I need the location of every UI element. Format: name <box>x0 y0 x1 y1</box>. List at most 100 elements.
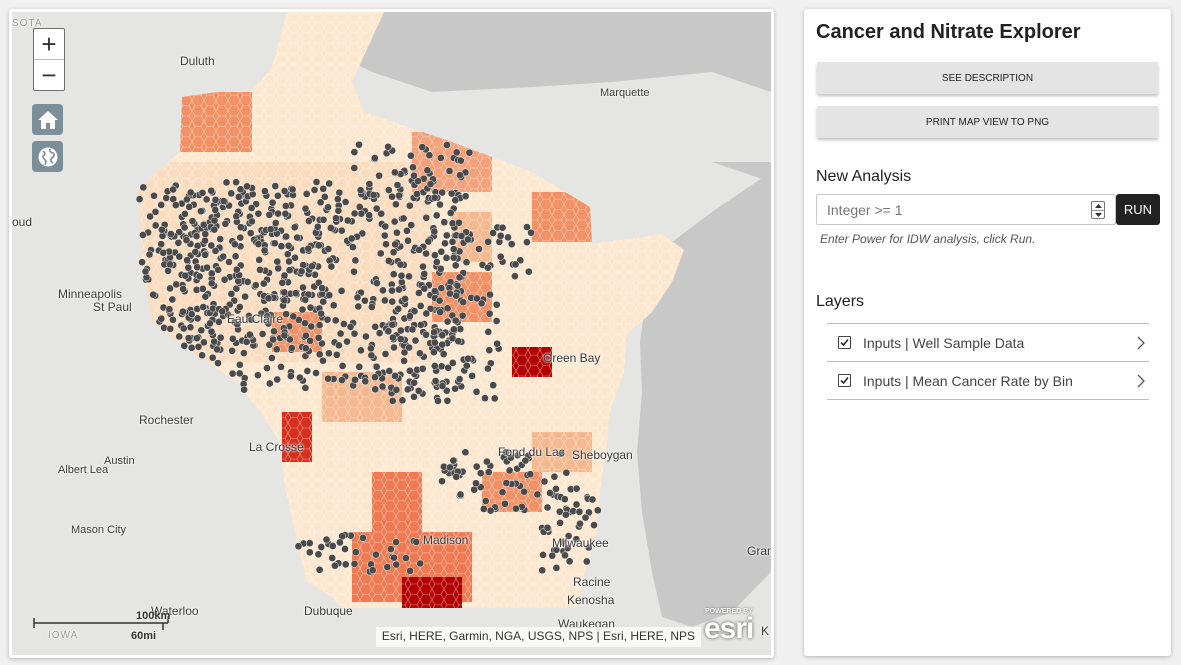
well-sample-point[interactable] <box>501 499 509 508</box>
well-sample-point[interactable] <box>457 232 466 240</box>
well-sample-point[interactable] <box>479 505 488 513</box>
well-sample-point[interactable] <box>219 197 228 205</box>
well-sample-point[interactable] <box>274 191 282 200</box>
well-sample-point[interactable] <box>396 326 405 335</box>
layer-item-mean-cancer-rate[interactable]: Inputs | Mean Cancer Rate by Bin <box>827 362 1149 400</box>
well-sample-point[interactable] <box>325 291 334 300</box>
well-sample-point[interactable] <box>472 387 481 396</box>
well-sample-point[interactable] <box>338 376 346 384</box>
well-sample-point[interactable] <box>337 226 346 235</box>
well-sample-point[interactable] <box>401 295 409 303</box>
well-sample-point[interactable] <box>198 351 206 360</box>
well-sample-point[interactable] <box>286 372 295 380</box>
well-sample-point[interactable] <box>582 557 591 566</box>
well-sample-point[interactable] <box>439 350 448 358</box>
well-sample-point[interactable] <box>593 506 602 515</box>
well-sample-point[interactable] <box>335 188 344 197</box>
well-sample-point[interactable] <box>346 323 355 331</box>
well-sample-point[interactable] <box>416 349 424 358</box>
well-sample-point[interactable] <box>372 204 381 213</box>
well-sample-point[interactable] <box>420 284 429 293</box>
well-sample-point[interactable] <box>362 332 370 341</box>
well-sample-point[interactable] <box>243 278 252 286</box>
well-sample-point[interactable] <box>221 219 230 228</box>
well-sample-point[interactable] <box>400 357 408 365</box>
well-sample-point[interactable] <box>232 212 241 221</box>
well-sample-point[interactable] <box>312 178 321 186</box>
well-sample-point[interactable] <box>411 336 420 345</box>
well-sample-point[interactable] <box>432 258 441 266</box>
well-sample-point[interactable] <box>397 271 406 280</box>
well-sample-point[interactable] <box>315 321 324 329</box>
well-sample-point[interactable] <box>240 349 248 357</box>
map-attribution[interactable]: Esri, HERE, Garmin, NGA, USGS, NPS | Esr… <box>375 627 701 647</box>
well-sample-point[interactable] <box>446 209 455 217</box>
well-sample-point[interactable] <box>388 297 397 306</box>
well-sample-point[interactable] <box>197 207 205 216</box>
well-sample-point[interactable] <box>389 333 397 342</box>
well-sample-point[interactable] <box>202 195 211 204</box>
well-sample-point[interactable] <box>443 396 452 405</box>
well-sample-point[interactable] <box>211 247 220 255</box>
well-sample-point[interactable] <box>214 317 223 326</box>
well-sample-point[interactable] <box>325 349 333 358</box>
well-sample-point[interactable] <box>442 254 451 262</box>
well-sample-point[interactable] <box>380 231 389 240</box>
well-sample-point[interactable] <box>297 267 306 276</box>
well-sample-point[interactable] <box>306 336 315 345</box>
well-sample-point[interactable] <box>336 538 344 547</box>
well-sample-point[interactable] <box>234 193 243 201</box>
well-sample-point[interactable] <box>355 362 364 371</box>
well-sample-point[interactable] <box>395 191 403 200</box>
well-sample-point[interactable] <box>236 185 245 194</box>
well-sample-point[interactable] <box>157 314 166 323</box>
well-sample-point[interactable] <box>381 222 390 231</box>
well-sample-point[interactable] <box>430 328 438 337</box>
well-sample-point[interactable] <box>316 198 325 207</box>
well-sample-point[interactable] <box>231 240 239 249</box>
well-sample-point[interactable] <box>341 560 350 569</box>
well-sample-point[interactable] <box>434 397 442 405</box>
well-sample-point[interactable] <box>227 189 236 198</box>
well-sample-point[interactable] <box>393 181 402 189</box>
well-sample-point[interactable] <box>437 362 446 371</box>
well-sample-point[interactable] <box>465 148 474 157</box>
well-sample-point[interactable] <box>269 335 277 344</box>
well-sample-point[interactable] <box>350 209 359 218</box>
well-sample-point[interactable] <box>241 292 249 301</box>
well-sample-point[interactable] <box>422 249 430 258</box>
well-sample-point[interactable] <box>588 495 597 504</box>
well-sample-point[interactable] <box>294 542 303 551</box>
well-sample-point[interactable] <box>430 193 439 202</box>
well-sample-point[interactable] <box>207 186 216 195</box>
well-sample-point[interactable] <box>317 309 325 318</box>
well-sample-point[interactable] <box>171 201 180 209</box>
well-sample-point[interactable] <box>174 238 183 247</box>
well-sample-point[interactable] <box>523 238 531 247</box>
well-sample-point[interactable] <box>456 156 465 165</box>
well-sample-point[interactable] <box>242 338 251 346</box>
well-sample-point[interactable] <box>552 564 561 572</box>
well-sample-point[interactable] <box>354 302 363 311</box>
well-sample-point[interactable] <box>384 186 393 194</box>
well-sample-point[interactable] <box>418 143 427 151</box>
well-sample-point[interactable] <box>468 372 476 380</box>
well-sample-point[interactable] <box>194 342 203 351</box>
well-sample-point[interactable] <box>187 310 196 319</box>
well-sample-point[interactable] <box>451 384 459 393</box>
well-sample-point[interactable] <box>350 560 359 568</box>
well-sample-point[interactable] <box>359 534 367 542</box>
well-sample-point[interactable] <box>162 194 171 202</box>
well-sample-point[interactable] <box>311 270 319 279</box>
well-sample-point[interactable] <box>274 264 283 273</box>
well-sample-point[interactable] <box>406 567 414 575</box>
well-sample-point[interactable] <box>372 550 380 559</box>
well-sample-point[interactable] <box>277 242 286 251</box>
well-sample-point[interactable] <box>419 262 427 271</box>
well-sample-point[interactable] <box>392 200 400 209</box>
well-sample-point[interactable] <box>446 289 454 298</box>
well-sample-point[interactable] <box>458 311 467 320</box>
well-sample-point[interactable] <box>524 267 533 276</box>
well-sample-point[interactable] <box>274 209 282 218</box>
well-sample-point[interactable] <box>455 218 463 227</box>
